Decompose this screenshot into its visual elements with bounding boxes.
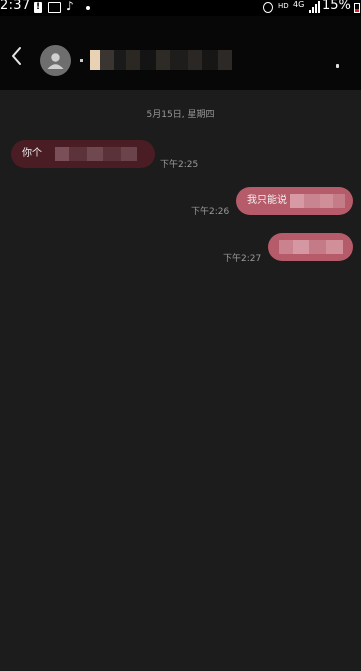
message-text: 你个 <box>22 148 42 159</box>
gallery-icon <box>48 2 61 13</box>
alert-icon: ! <box>34 2 42 13</box>
redacted-text <box>279 240 343 254</box>
battery-percent: 15% <box>322 0 351 13</box>
tiktok-icon: ♪ <box>66 0 74 13</box>
redacted-text <box>55 147 137 161</box>
person-icon <box>47 53 64 69</box>
message-bubble-outgoing[interactable]: 我只能说 <box>236 187 353 215</box>
message-timestamp: 下午2:26 <box>191 207 230 217</box>
status-bar: 2:37 ! ♪ HD 4G 15% <box>0 0 361 16</box>
message-timestamp: 下午2:25 <box>160 160 199 170</box>
message-bubble-incoming[interactable]: 你个 <box>11 140 155 168</box>
chevron-left-icon[interactable] <box>4 43 30 69</box>
date-separator: 5月15日, 星期四 <box>146 110 215 120</box>
hd-voice-label: HD <box>278 2 289 10</box>
message-timestamp: 下午2:27 <box>223 254 262 264</box>
signal-icon <box>309 1 320 13</box>
battery-icon <box>354 3 360 13</box>
chat-header <box>0 16 361 90</box>
mobile-data-label: 4G <box>293 0 305 9</box>
status-time: 2:37 <box>0 0 31 13</box>
contact-name-redacted[interactable] <box>80 50 350 70</box>
menu-icon[interactable] <box>336 64 339 68</box>
message-text: 我只能说 <box>247 195 287 206</box>
redacted-text <box>290 194 345 208</box>
alarm-icon <box>263 2 273 13</box>
notification-dot-icon <box>86 6 90 10</box>
chat-screen: 2:37 ! ♪ HD 4G 15% 5月15日, 星期四 你个 下午2:25 … <box>0 0 361 671</box>
avatar[interactable] <box>40 45 71 76</box>
message-bubble-outgoing[interactable] <box>268 233 353 261</box>
